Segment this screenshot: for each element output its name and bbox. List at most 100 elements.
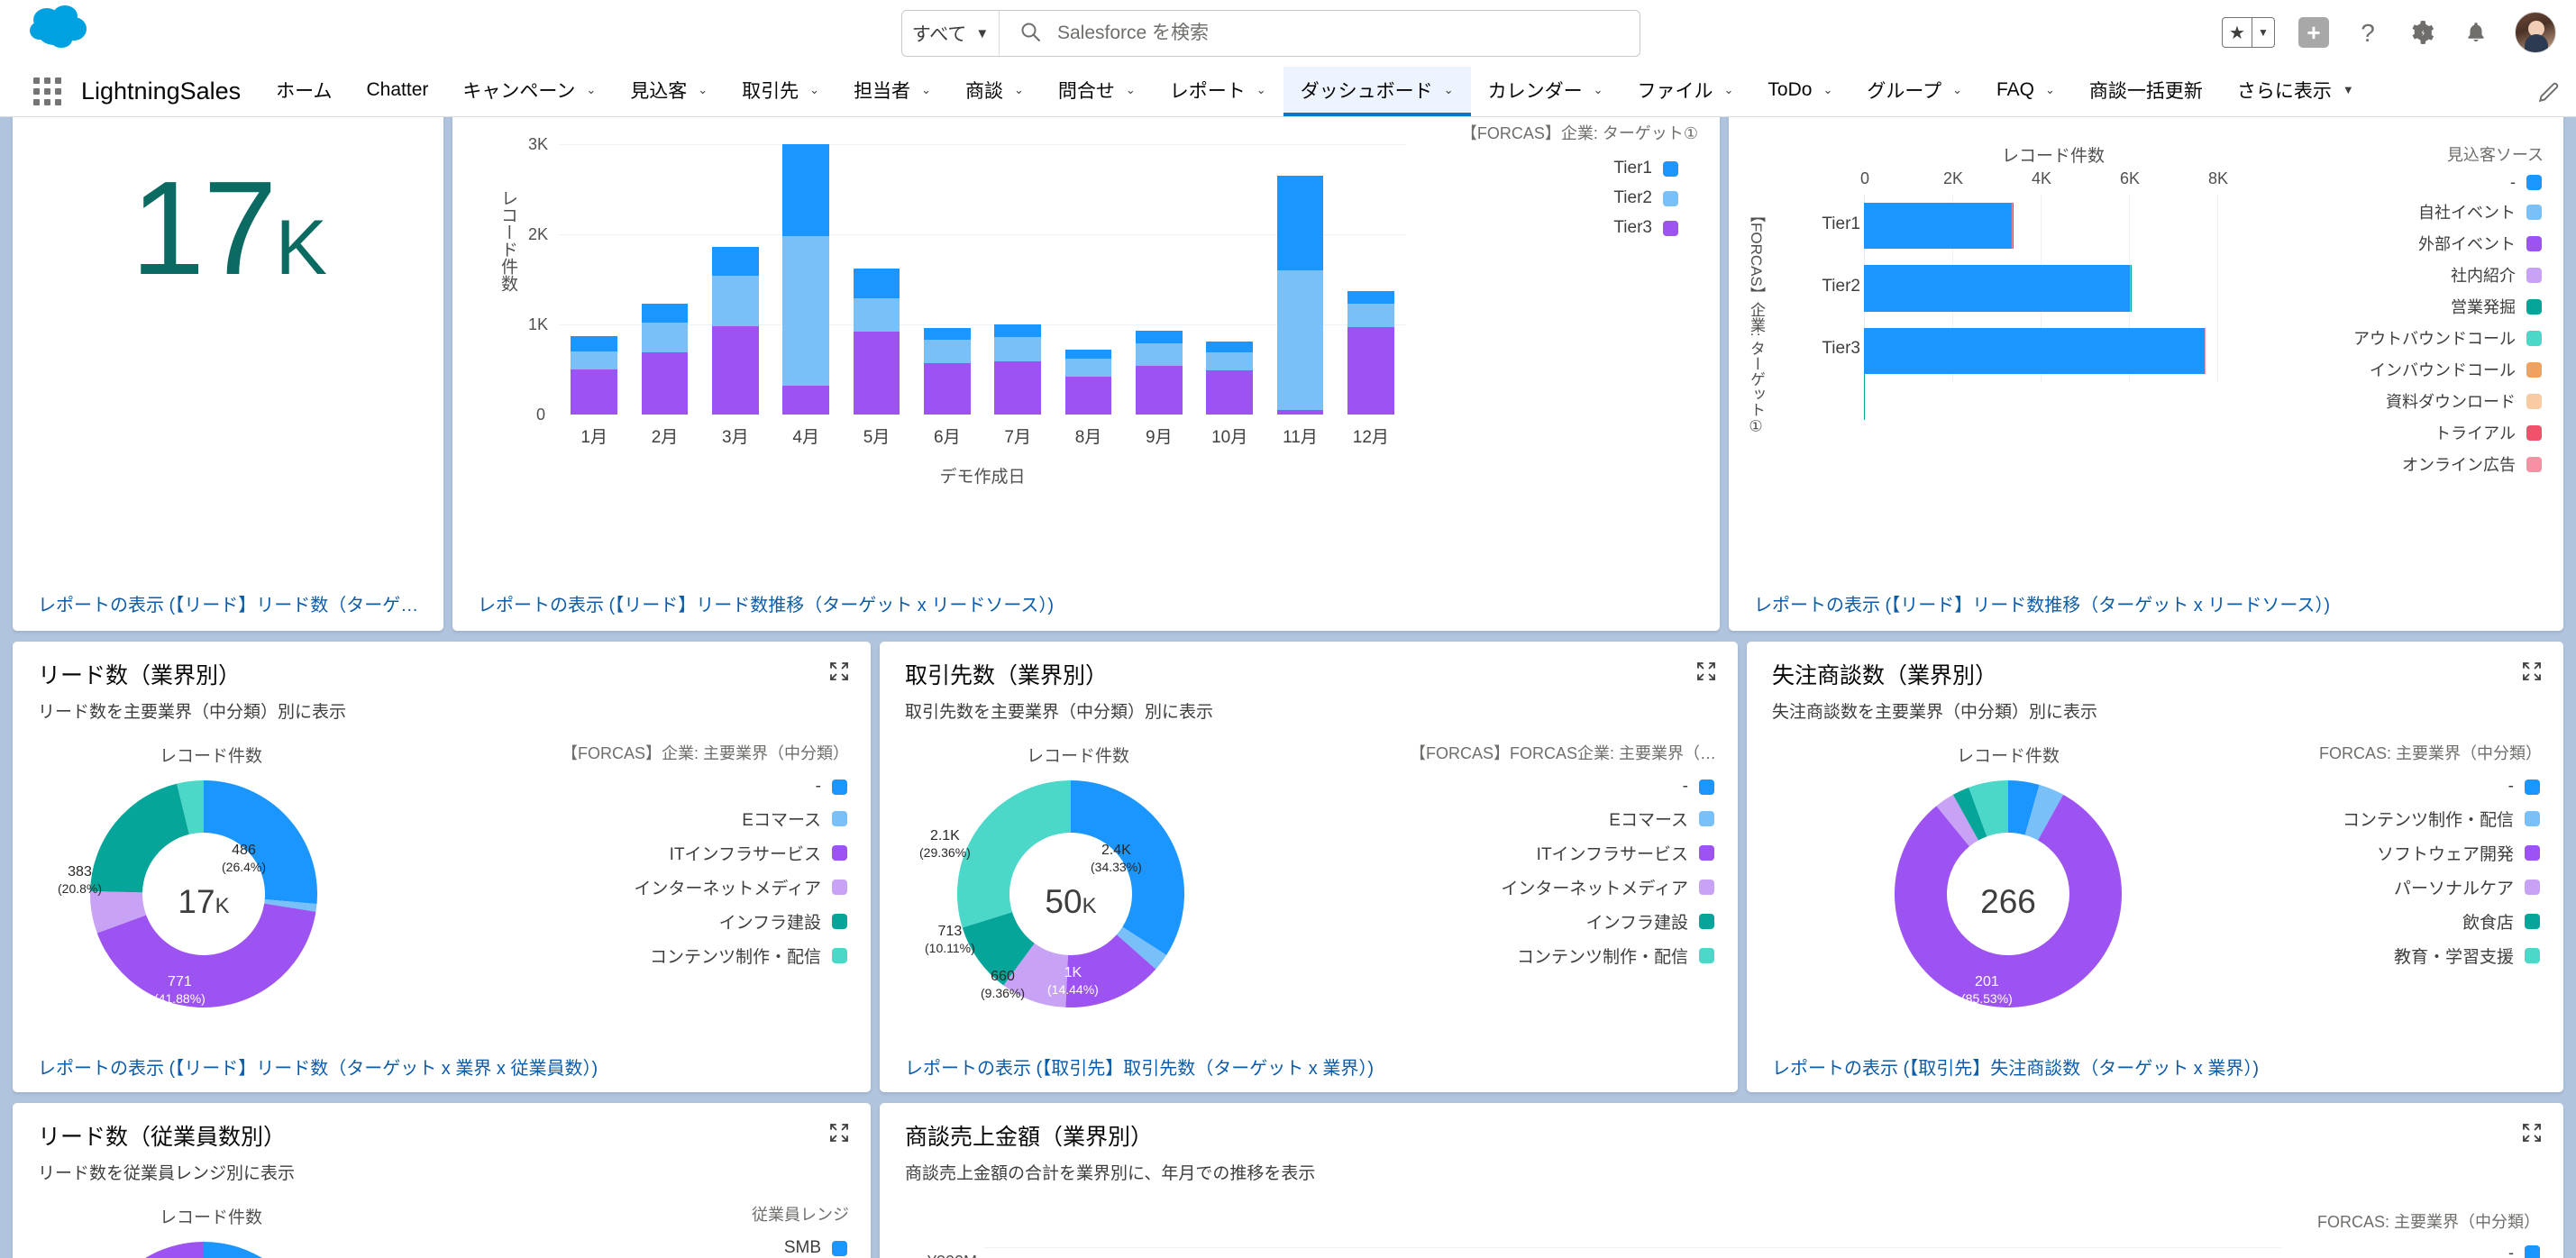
pencil-edit-icon[interactable] xyxy=(2522,67,2576,116)
bar-7月[interactable] xyxy=(994,324,1041,415)
expand-icon[interactable] xyxy=(2522,1123,2542,1143)
notifications-bell-icon[interactable] xyxy=(2461,17,2491,48)
bar-2月[interactable] xyxy=(641,303,689,415)
view-report-link[interactable]: レポートの表示 (【リード】リード数推移（ターゲット x リードソース）) xyxy=(1754,590,2330,616)
nav-item-campaigns[interactable]: キャンペーン ⌄ xyxy=(445,67,613,116)
panel-title: リード数（業界別） xyxy=(38,663,242,688)
legend-item-lead-industry-3[interactable]: インターネットメディア xyxy=(634,875,847,899)
view-report-link[interactable]: レポートの表示 (【取引先】失注商談数（ターゲット x 業界）) xyxy=(1772,1053,2259,1080)
legend-item-account-industry-5[interactable]: コンテンツ制作・配信 xyxy=(1517,944,1714,968)
nav-item-cases[interactable]: 問合せ ⌄ xyxy=(1041,67,1153,116)
legend-item-employee-range-0[interactable]: SMB xyxy=(784,1238,847,1258)
legend-item-lead-industry-1[interactable]: Eコマース xyxy=(742,807,847,831)
bar-Tier3[interactable] xyxy=(1864,327,2206,421)
legend-item-lost-industry-2[interactable]: ソフトウェア開発 xyxy=(2377,841,2540,865)
lead-by-industry-slice-4[interactable] xyxy=(90,783,189,893)
legend-item-account-industry-0[interactable]: - xyxy=(1683,777,1714,797)
bar-11月[interactable] xyxy=(1276,176,1324,415)
legend-item-account-industry-4[interactable]: インフラ建設 xyxy=(1586,909,1714,934)
legend-item-lead-industry-5[interactable]: コンテンツ制作・配信 xyxy=(650,944,847,968)
global-search[interactable]: すべて ▼ xyxy=(901,10,1640,57)
bar-5月[interactable] xyxy=(853,269,900,415)
legend-item-lost-industry-0[interactable]: - xyxy=(2508,777,2540,797)
legend-item-tier1[interactable]: Tier1 xyxy=(1613,159,1678,178)
nav-item-bulk-opportunity-update[interactable]: 商談一括更新 xyxy=(2072,67,2220,116)
nav-item-home[interactable]: ホーム xyxy=(259,67,349,116)
nav-item-chatter[interactable]: Chatter xyxy=(350,67,446,116)
legend-item-source-0[interactable]: - xyxy=(2510,173,2542,192)
lead-by-employees-slice-0[interactable] xyxy=(204,1242,317,1258)
legend-item-source-9[interactable]: オンライン広告 xyxy=(2402,452,2542,476)
nav-item-calendar[interactable]: カレンダー ⌄ xyxy=(1471,67,1621,116)
nav-item-reports[interactable]: レポート ⌄ xyxy=(1153,67,1283,116)
legend-item-source-7[interactable]: 資料ダウンロード xyxy=(2386,389,2542,413)
legend-item-lead-industry-2[interactable]: ITインフラサービス xyxy=(670,841,847,865)
favorites-caret-icon[interactable]: ▼ xyxy=(2252,18,2274,47)
view-report-link[interactable]: レポートの表示 (【取引先】取引先数（ターゲット x 業界）) xyxy=(905,1053,1374,1080)
legend-item-source-8[interactable]: トライアル xyxy=(2434,421,2542,444)
opp-revenue-legend: -ソフトウェア開発広告・イベント生活用品小売不動産開発・流通 xyxy=(2384,1244,2540,1258)
bar-Tier1[interactable] xyxy=(1864,203,2013,250)
legend-item-account-industry-2[interactable]: ITインフラサービス xyxy=(1537,841,1714,865)
legend-item-source-1[interactable]: 自社イベント xyxy=(2418,200,2542,223)
view-report-link[interactable]: レポートの表示 (【リード】リード数（ターゲッ… xyxy=(38,590,434,616)
app-name[interactable]: LightningSales xyxy=(74,67,259,116)
nav-item-accounts[interactable]: 取引先 ⌄ xyxy=(725,67,836,116)
legend-item-lead-industry-4[interactable]: インフラ建設 xyxy=(719,909,847,934)
bar-3月[interactable] xyxy=(711,247,759,415)
expand-icon[interactable] xyxy=(829,1123,849,1143)
legend-item-source-4[interactable]: 営業発掘 xyxy=(2451,295,2542,318)
legend-item-account-industry-1[interactable]: Eコマース xyxy=(1609,807,1714,831)
nav-item-more[interactable]: さらに表示 ▼ xyxy=(2220,67,2371,116)
chevron-down-icon: ⌄ xyxy=(1952,82,1962,96)
expand-icon[interactable] xyxy=(829,661,849,681)
favorites-star-icon[interactable]: ★ xyxy=(2223,18,2252,47)
bar-8月[interactable] xyxy=(1064,350,1112,415)
legend-item-opp-industry-0[interactable]: - xyxy=(2508,1244,2540,1258)
view-report-link[interactable]: レポートの表示 (【リード】リード数（ターゲット x 業界 x 従業員数）) xyxy=(38,1053,598,1080)
legend-item-tier3[interactable]: Tier3 xyxy=(1613,218,1678,238)
legend-item-lost-industry-3[interactable]: パーソナルケア xyxy=(2394,875,2540,899)
bar-10月[interactable] xyxy=(1206,341,1253,415)
legend-swatch xyxy=(2526,330,2542,346)
add-icon[interactable]: + xyxy=(2298,17,2329,48)
favorites-control[interactable]: ★ ▼ xyxy=(2222,17,2275,48)
legend-swatch xyxy=(2526,204,2542,220)
search-field-area[interactable] xyxy=(1000,11,1640,56)
legend-item-tier2[interactable]: Tier2 xyxy=(1613,188,1678,208)
view-report-link[interactable]: レポートの表示 (【リード】リード数推移（ターゲット x リードソース）) xyxy=(478,590,1054,616)
bar-6月[interactable] xyxy=(923,328,971,415)
nav-item-opportunities[interactable]: 商談 ⌄ xyxy=(948,67,1041,116)
nav-item-groups[interactable]: グループ ⌄ xyxy=(1850,67,1979,116)
legend-item-lead-industry-0[interactable]: - xyxy=(816,777,847,797)
setup-gear-icon[interactable] xyxy=(2407,17,2437,48)
bar-12月[interactable] xyxy=(1347,291,1394,415)
app-launcher-waffle-icon[interactable] xyxy=(20,67,74,116)
bar-Tier2[interactable] xyxy=(1864,265,2131,312)
nav-item-leads[interactable]: 見込客 ⌄ xyxy=(613,67,725,116)
salesforce-cloud-logo[interactable] xyxy=(27,4,94,50)
legend-swatch xyxy=(2526,298,2542,314)
legend-item-account-industry-3[interactable]: インターネットメディア xyxy=(1501,875,1714,899)
expand-icon[interactable] xyxy=(2522,661,2542,681)
legend-item-source-5[interactable]: アウトバウンドコール xyxy=(2353,326,2542,350)
nav-item-dashboards[interactable]: ダッシュボード ⌄ xyxy=(1283,67,1471,116)
bar-1月[interactable] xyxy=(571,335,617,415)
nav-item-todo[interactable]: ToDo ⌄ xyxy=(1750,67,1850,116)
help-icon[interactable]: ? xyxy=(2352,17,2383,48)
legend-item-lost-industry-5[interactable]: 教育・学習支援 xyxy=(2394,944,2540,968)
nav-item-contacts[interactable]: 担当者 ⌄ xyxy=(836,67,948,116)
search-input[interactable] xyxy=(1057,23,1640,44)
bar-4月[interactable] xyxy=(782,144,829,415)
expand-icon[interactable] xyxy=(1696,661,1716,681)
legend-item-source-6[interactable]: インバウンドコール xyxy=(2370,358,2542,381)
legend-item-lost-industry-1[interactable]: コンテンツ制作・配信 xyxy=(2343,807,2540,831)
bar-9月[interactable] xyxy=(1135,330,1183,415)
legend-item-source-3[interactable]: 社内紹介 xyxy=(2451,263,2542,287)
legend-item-source-2[interactable]: 外部イベント xyxy=(2418,232,2542,255)
search-scope-selector[interactable]: すべて ▼ xyxy=(902,11,1000,56)
nav-item-faq[interactable]: FAQ ⌄ xyxy=(1979,67,2072,116)
nav-item-files[interactable]: ファイル ⌄ xyxy=(1621,67,1751,116)
user-avatar[interactable] xyxy=(2515,12,2556,53)
legend-item-lost-industry-4[interactable]: 飲食店 xyxy=(2462,909,2540,934)
